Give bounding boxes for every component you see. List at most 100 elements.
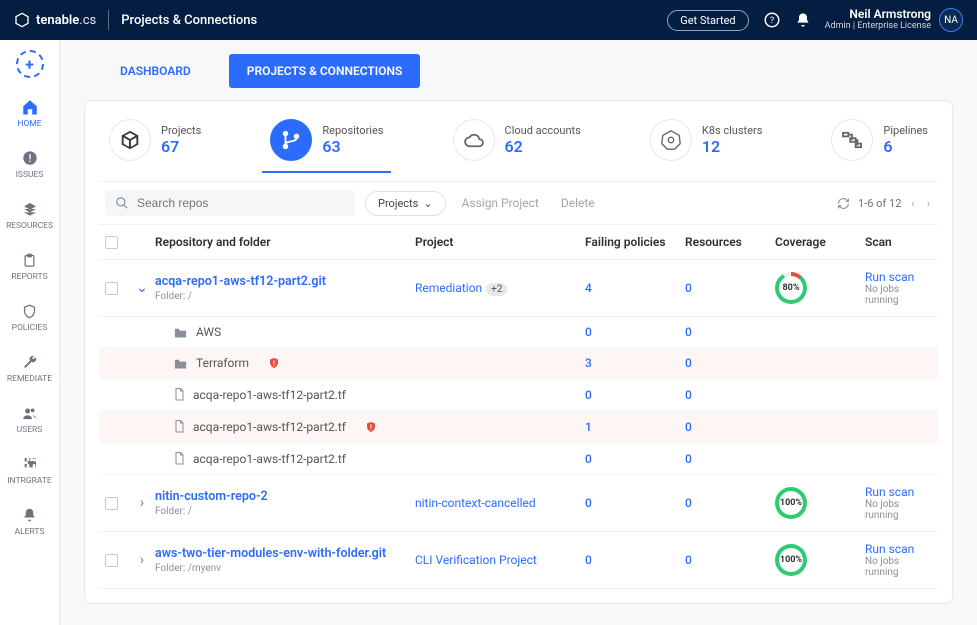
run-scan-link[interactable]: Run scan: [865, 270, 932, 284]
failing-count[interactable]: 0: [585, 388, 685, 402]
run-scan-link[interactable]: Run scan: [865, 542, 932, 556]
scan-status: No jobs running: [865, 556, 932, 578]
nav-label: HOME: [17, 119, 41, 129]
brand: tenable.cs: [14, 12, 96, 28]
child-name[interactable]: Terraform: [196, 356, 249, 370]
summary-cloud-accounts[interactable]: Cloud accounts62: [453, 119, 581, 171]
child-name[interactable]: acqa-repo1-aws-tf12-part2.tf: [193, 388, 346, 402]
folder-path: Folder: /: [155, 506, 415, 517]
main-content: DASHBOARD PROJECTS & CONNECTIONS Project…: [60, 40, 977, 625]
nav-reports[interactable]: REPORTS: [0, 243, 59, 290]
repo-link[interactable]: nitin-custom-repo-2: [155, 489, 415, 504]
nav-users[interactable]: USERS: [0, 396, 59, 443]
resources-count[interactable]: 0: [685, 420, 775, 434]
child-name[interactable]: acqa-repo1-aws-tf12-part2.tf: [193, 420, 346, 434]
tab-dashboard[interactable]: DASHBOARD: [102, 54, 209, 88]
coverage-gauge: 100%: [775, 487, 807, 519]
tab-projects-connections[interactable]: PROJECTS & CONNECTIONS: [229, 54, 421, 88]
summary-label: Projects: [161, 124, 201, 137]
search-input-wrap[interactable]: [105, 190, 355, 216]
row-checkbox[interactable]: [105, 282, 118, 295]
expand-toggle[interactable]: ›: [135, 552, 149, 568]
failing-count[interactable]: 1: [585, 420, 685, 434]
assign-project-button[interactable]: Assign Project: [456, 192, 545, 214]
get-started-button[interactable]: Get Started: [667, 10, 748, 31]
shield-alert-icon: [268, 357, 280, 369]
pager-prev[interactable]: ‹: [909, 195, 916, 212]
nav-resources[interactable]: RESOURCES: [0, 192, 59, 239]
notifications-icon[interactable]: [795, 12, 811, 28]
delete-button[interactable]: Delete: [555, 192, 601, 214]
add-button[interactable]: +: [16, 50, 44, 78]
summary-pipelines[interactable]: Pipelines6: [831, 119, 928, 171]
scan-status: No jobs running: [865, 284, 932, 306]
resources-count[interactable]: 0: [685, 325, 775, 339]
user-name: Neil Armstrong: [825, 8, 931, 21]
pager-next[interactable]: ›: [925, 195, 932, 212]
nav-label: RESOURCES: [6, 221, 53, 231]
project-link[interactable]: Remediation: [415, 281, 482, 295]
bell-icon: [21, 506, 39, 524]
failing-count[interactable]: 0: [585, 553, 685, 567]
summary-label: Cloud accounts: [505, 124, 581, 137]
nav-label: ALERTS: [15, 527, 45, 537]
clipboard-icon: [21, 251, 39, 269]
resources-count[interactable]: 0: [685, 388, 775, 402]
branch-icon: [270, 119, 312, 161]
summary-repositories[interactable]: Repositories63: [270, 119, 383, 171]
help-icon[interactable]: ?: [763, 11, 781, 29]
summary-projects[interactable]: Projects67: [109, 119, 201, 171]
nav-label: USERS: [17, 425, 43, 435]
row-checkbox[interactable]: [105, 497, 118, 510]
summary-k8s-clusters[interactable]: K8s clusters12: [650, 119, 763, 171]
project-link[interactable]: CLI Verification Project: [415, 553, 537, 567]
alert-circle-icon: [21, 149, 39, 167]
nav-remediate[interactable]: REMEDIATE: [0, 345, 59, 392]
select-all-checkbox[interactable]: [105, 236, 118, 249]
coverage-gauge: 100%: [775, 544, 807, 576]
resources-count[interactable]: 0: [685, 496, 775, 510]
failing-count[interactable]: 0: [585, 496, 685, 510]
nav-issues[interactable]: ISSUES: [0, 141, 59, 188]
nav-integrate[interactable]: INTRGRATE: [0, 447, 59, 494]
col-project: Project: [415, 235, 585, 249]
failing-count[interactable]: 0: [585, 452, 685, 466]
repo-link[interactable]: acqa-repo1-aws-tf12-part2.git: [155, 274, 415, 289]
project-more-badge: +2: [486, 283, 507, 296]
summary-value: 63: [322, 137, 383, 156]
col-repo: Repository and folder: [155, 235, 415, 249]
projects-filter-button[interactable]: Projects⌄: [365, 191, 446, 216]
divider: [108, 10, 109, 30]
cloud-icon: [453, 119, 495, 161]
failing-count[interactable]: 0: [585, 325, 685, 339]
resources-count[interactable]: 0: [685, 356, 775, 370]
user-menu[interactable]: Neil Armstrong Admin | Enterprise Licens…: [825, 8, 963, 32]
nav-alerts[interactable]: ALERTS: [0, 498, 59, 545]
project-link[interactable]: nitin-context-cancelled: [415, 496, 536, 510]
resources-count[interactable]: 0: [685, 281, 775, 295]
resources-count[interactable]: 0: [685, 452, 775, 466]
child-name[interactable]: AWS: [196, 325, 221, 339]
search-input[interactable]: [137, 196, 345, 210]
child-row: AWS 0 0: [99, 317, 938, 348]
child-row: acqa-repo1-aws-tf12-part2.tf 0 0: [99, 443, 938, 475]
resources-count[interactable]: 0: [685, 553, 775, 567]
repo-link[interactable]: aws-two-tier-modules-env-with-folder.git: [155, 546, 415, 561]
folder-icon: [173, 357, 188, 370]
summary-label: K8s clusters: [702, 124, 763, 137]
nav-home[interactable]: HOME: [0, 90, 59, 137]
row-checkbox[interactable]: [105, 554, 118, 567]
expand-toggle[interactable]: ⌄: [135, 280, 149, 296]
child-row: acqa-repo1-aws-tf12-part2.tf 0 0: [99, 379, 938, 411]
puzzle-icon: [21, 455, 39, 473]
expand-toggle[interactable]: ›: [135, 495, 149, 511]
refresh-icon[interactable]: [837, 197, 850, 210]
file-icon: [173, 387, 185, 402]
run-scan-link[interactable]: Run scan: [865, 485, 932, 499]
child-name[interactable]: acqa-repo1-aws-tf12-part2.tf: [193, 452, 346, 466]
nav-policies[interactable]: POLICIES: [0, 294, 59, 341]
failing-count[interactable]: 4: [585, 281, 685, 295]
pager-text: 1-6 of 12: [858, 197, 901, 210]
failing-count[interactable]: 3: [585, 356, 685, 370]
pipeline-icon: [831, 119, 873, 161]
